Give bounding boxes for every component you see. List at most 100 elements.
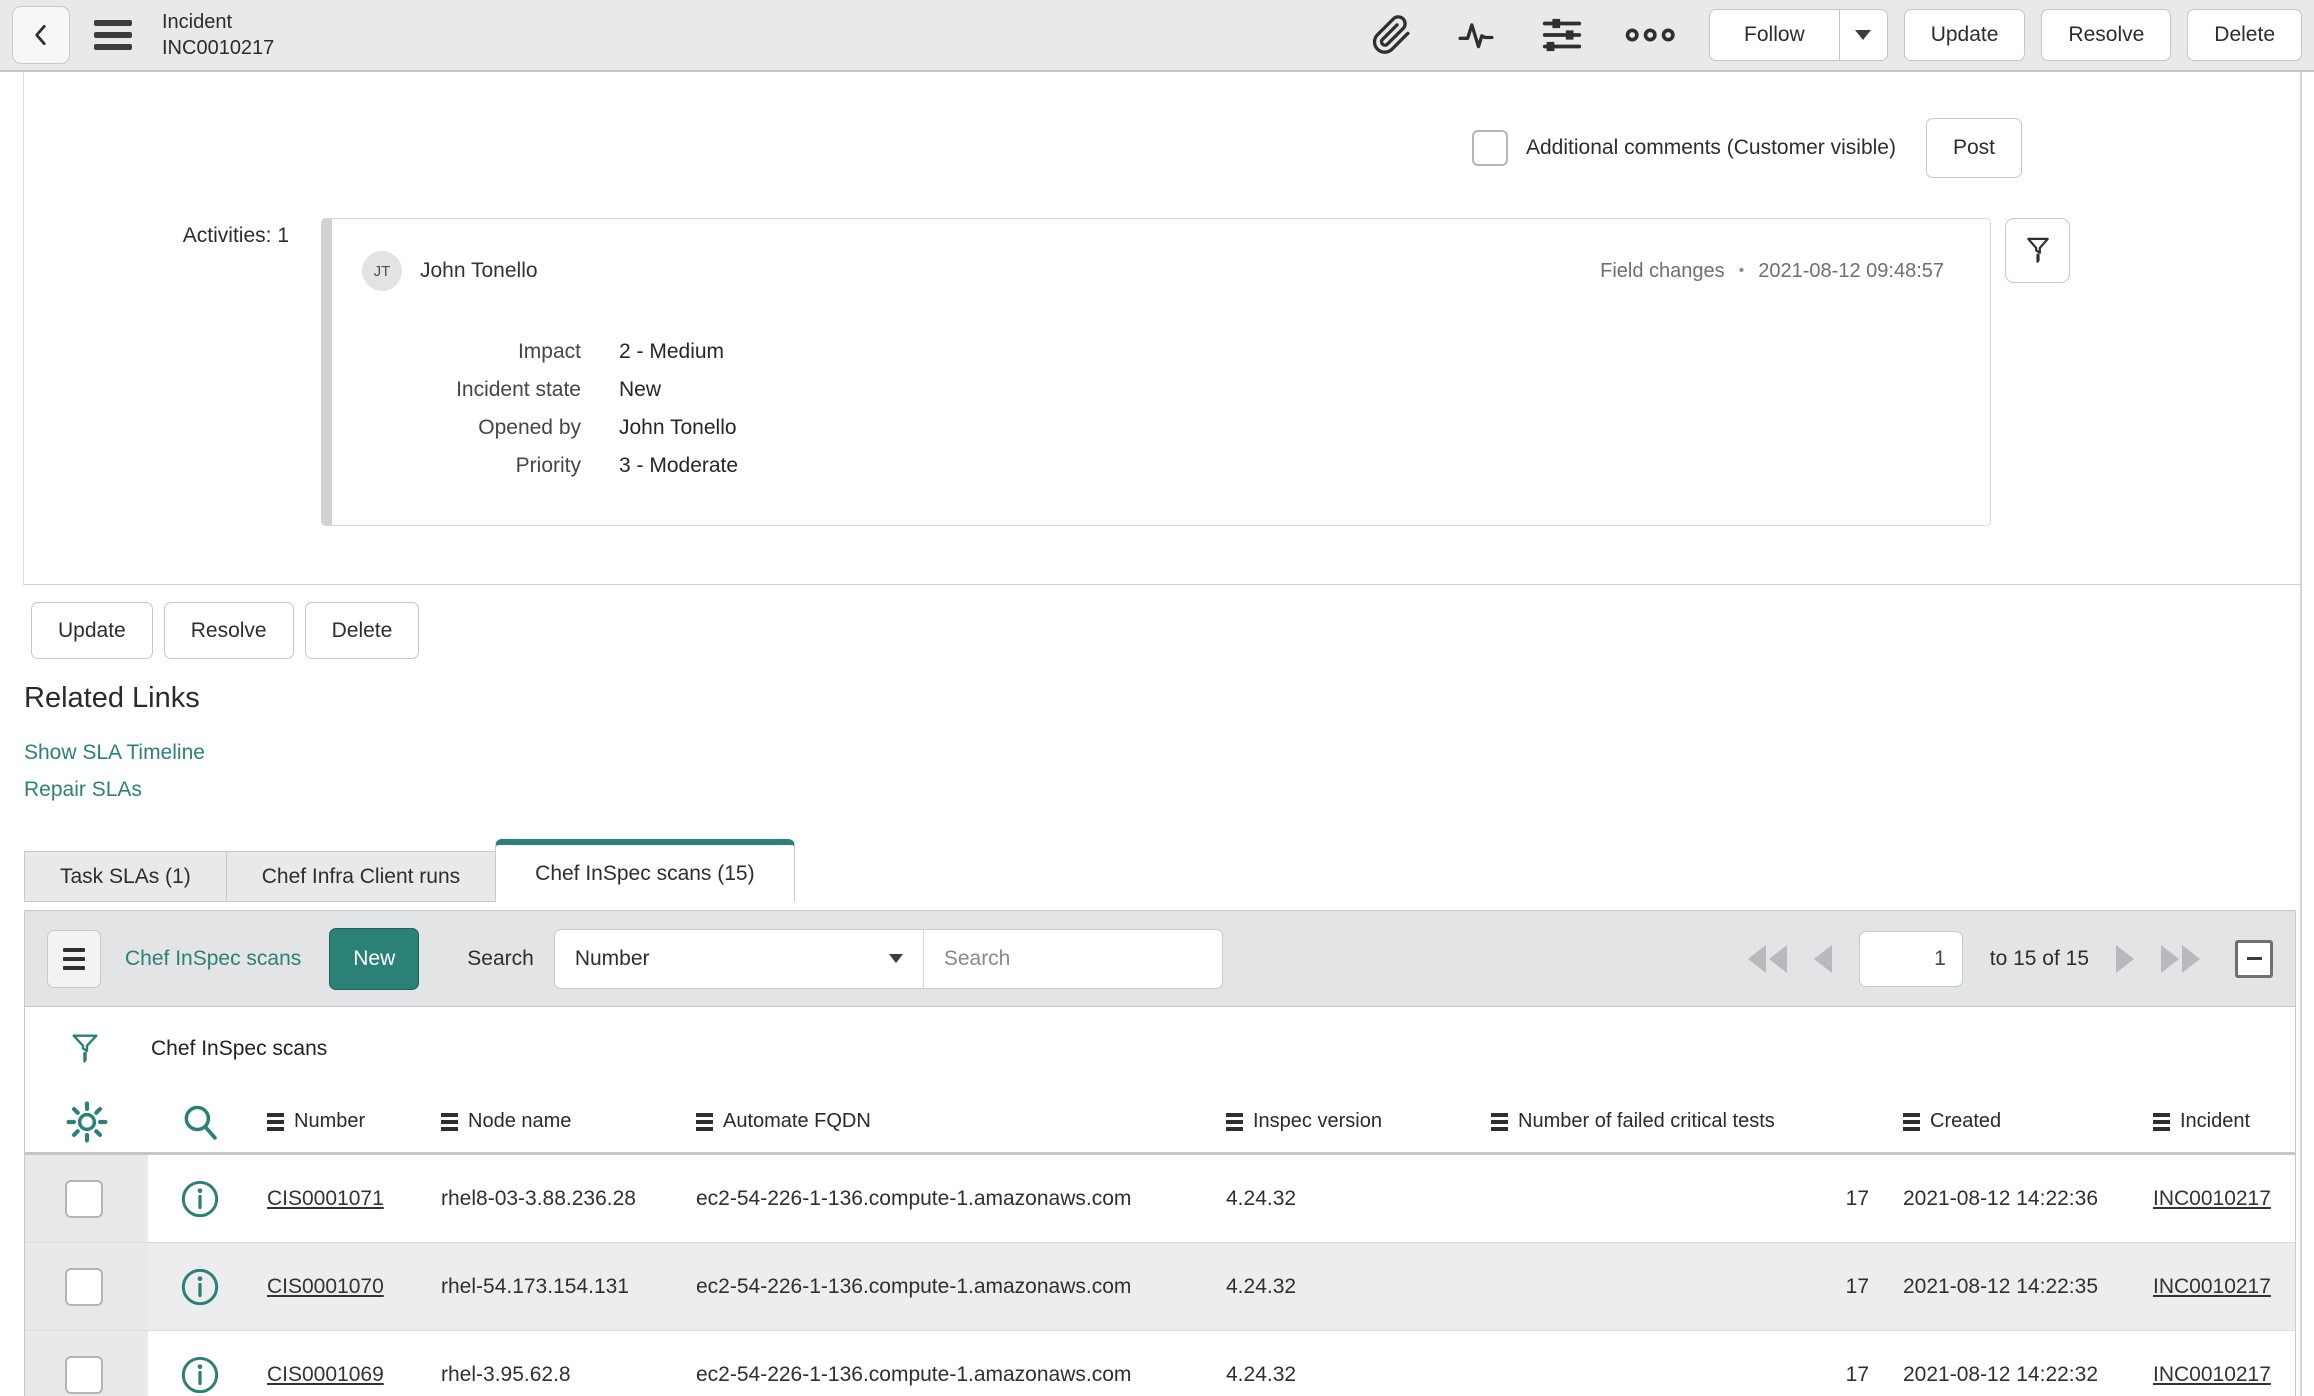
- field-label: Incident state: [456, 378, 581, 401]
- activity-filter-button[interactable]: [2005, 218, 2070, 283]
- incident-link[interactable]: INC0010217: [2153, 1363, 2271, 1386]
- search-group: Number: [553, 928, 1223, 989]
- more-options-icon[interactable]: [1625, 22, 1679, 48]
- follow-dropdown-button[interactable]: [1838, 10, 1887, 60]
- row-info-cell: [148, 1267, 251, 1307]
- gear-icon[interactable]: [66, 1101, 108, 1143]
- content-right-divider: [2300, 72, 2302, 1396]
- tab-chef-inspec-scans[interactable]: Chef InSpec scans (15): [495, 839, 795, 902]
- collapse-list-button[interactable]: [2235, 939, 2273, 978]
- tab-chef-infra-client-runs[interactable]: Chef Infra Client runs: [225, 851, 497, 902]
- follow-button[interactable]: Follow: [1710, 10, 1839, 60]
- column-header-inspec-version[interactable]: Inspec version: [1226, 1110, 1491, 1133]
- post-button[interactable]: Post: [1925, 118, 2022, 178]
- column-header-automate-fqdn[interactable]: Automate FQDN: [696, 1110, 1226, 1133]
- table-row: CIS0001069 rhel-3.95.62.8 ec2-54-226-1-1…: [25, 1331, 2295, 1396]
- list-title[interactable]: Chef InSpec scans: [125, 947, 301, 971]
- automate-fqdn-cell: ec2-54-226-1-136.compute-1.amazonaws.com: [696, 1274, 1132, 1298]
- resolve-button[interactable]: Resolve: [2041, 9, 2172, 61]
- search-label: Search: [467, 946, 534, 970]
- field-value: 2 - Medium: [619, 340, 725, 363]
- column-header-incident[interactable]: Incident: [2136, 1110, 2295, 1133]
- tab-task-slas[interactable]: Task SLAs (1): [24, 851, 227, 902]
- info-icon[interactable]: [180, 1355, 220, 1395]
- row-checkbox-cell: [25, 1155, 148, 1242]
- created-cell: 2021-08-12 14:22:32: [1903, 1362, 2098, 1386]
- automate-fqdn-cell: ec2-54-226-1-136.compute-1.amazonaws.com: [696, 1362, 1132, 1386]
- incident-link[interactable]: INC0010217: [2153, 1275, 2271, 1298]
- follow-split-button: Follow: [1709, 9, 1888, 61]
- search-input[interactable]: [923, 929, 1222, 988]
- incident-link[interactable]: INC0010217: [2153, 1187, 2271, 1210]
- incident-form-panel: Additional comments (Customer visible) P…: [23, 72, 2300, 585]
- repair-slas-link[interactable]: Repair SLAs: [24, 774, 2314, 805]
- table-row: CIS0001070 rhel-54.173.154.131 ec2-54-22…: [25, 1243, 2295, 1331]
- related-links-title: Related Links: [24, 682, 200, 714]
- customer-visible-checkbox[interactable]: [1472, 130, 1508, 166]
- next-page-button[interactable]: [2116, 944, 2134, 973]
- related-links-list: Show SLA Timeline Repair SLAs: [24, 737, 2314, 805]
- table-header-row: Number Node name Automate FQDN Inspec ve…: [25, 1091, 2295, 1155]
- node-name-cell: rhel-3.95.62.8: [441, 1362, 571, 1386]
- inspec-version-cell: 4.24.32: [1226, 1274, 1297, 1298]
- previous-page-button[interactable]: [1813, 944, 1832, 973]
- activities-section: Activities: 1 JT John Tonello Field chan…: [24, 218, 2300, 526]
- column-label: Automate FQDN: [723, 1110, 871, 1132]
- last-page-button[interactable]: [2161, 944, 2200, 973]
- list-breadcrumb[interactable]: Chef InSpec scans: [151, 1037, 327, 1061]
- header-actions: Update Resolve Delete: [1903, 9, 2302, 61]
- field-change-row: Incident state New: [362, 371, 738, 409]
- delete-button[interactable]: Delete: [2187, 9, 2302, 61]
- field-label: Impact: [517, 340, 581, 363]
- list-funnel-icon[interactable]: [69, 1030, 101, 1068]
- page-range-label: to 15 of 15: [1989, 946, 2089, 970]
- update-button[interactable]: Update: [1903, 9, 2026, 61]
- delete-button-bottom[interactable]: Delete: [304, 602, 420, 659]
- scan-number-link[interactable]: CIS0001069: [267, 1363, 384, 1386]
- column-header-node-name[interactable]: Node name: [441, 1110, 696, 1133]
- new-record-button[interactable]: New: [329, 927, 420, 990]
- attachment-icon[interactable]: [1369, 13, 1413, 57]
- node-name-cell: rhel8-03-3.88.236.28: [441, 1186, 636, 1210]
- caret-down-icon: [888, 954, 903, 963]
- context-menu-icon[interactable]: [94, 20, 132, 50]
- back-button[interactable]: [12, 6, 70, 64]
- column-header-created[interactable]: Created: [1891, 1110, 2136, 1133]
- scan-number-link[interactable]: CIS0001070: [267, 1275, 384, 1298]
- field-value: New: [619, 378, 662, 401]
- row-info-cell: [148, 1179, 251, 1219]
- column-label: Number: [294, 1110, 366, 1132]
- field-value: 3 - Moderate: [619, 454, 739, 477]
- node-name-cell: rhel-54.173.154.131: [441, 1274, 629, 1298]
- row-checkbox[interactable]: [65, 1267, 103, 1306]
- search-field-select[interactable]: Number: [555, 930, 923, 988]
- update-button-bottom[interactable]: Update: [31, 602, 153, 659]
- column-menu-icon: [2153, 1112, 2170, 1131]
- field-label: Opened by: [478, 416, 581, 439]
- activity-type-label: Field changes: [1600, 259, 1725, 282]
- row-checkbox[interactable]: [65, 1179, 103, 1218]
- show-sla-timeline-link[interactable]: Show SLA Timeline: [24, 737, 2314, 768]
- list-toolbar: Chef InSpec scans New Search Number Sear…: [25, 911, 2295, 1007]
- info-icon[interactable]: [180, 1267, 220, 1307]
- search-icon[interactable]: [179, 1100, 221, 1144]
- resolve-button-bottom[interactable]: Resolve: [163, 602, 294, 659]
- activity-stream-icon[interactable]: [1453, 15, 1499, 55]
- row-checkbox[interactable]: [65, 1355, 103, 1394]
- list-menu-button[interactable]: [47, 929, 101, 988]
- inspec-version-cell: 4.24.32: [1226, 1362, 1297, 1386]
- scan-number-link[interactable]: CIS0001071: [267, 1187, 384, 1210]
- activity-author: John Tonello: [420, 259, 538, 282]
- record-type-label: Incident: [162, 11, 233, 33]
- chevron-left-icon: [35, 24, 46, 46]
- first-page-button[interactable]: [1747, 944, 1787, 973]
- row-info-cell: [148, 1355, 251, 1395]
- column-menu-icon: [1903, 1112, 1920, 1131]
- info-icon[interactable]: [180, 1179, 220, 1219]
- failed-tests-cell: 17: [1845, 1274, 1869, 1298]
- personalize-form-icon[interactable]: [1539, 12, 1585, 58]
- form-actions: Update Resolve Delete: [31, 602, 2314, 659]
- page-number-input[interactable]: [1858, 930, 1963, 987]
- column-header-number[interactable]: Number: [251, 1110, 441, 1133]
- column-header-failed-critical-tests[interactable]: Number of failed critical tests: [1491, 1110, 1891, 1133]
